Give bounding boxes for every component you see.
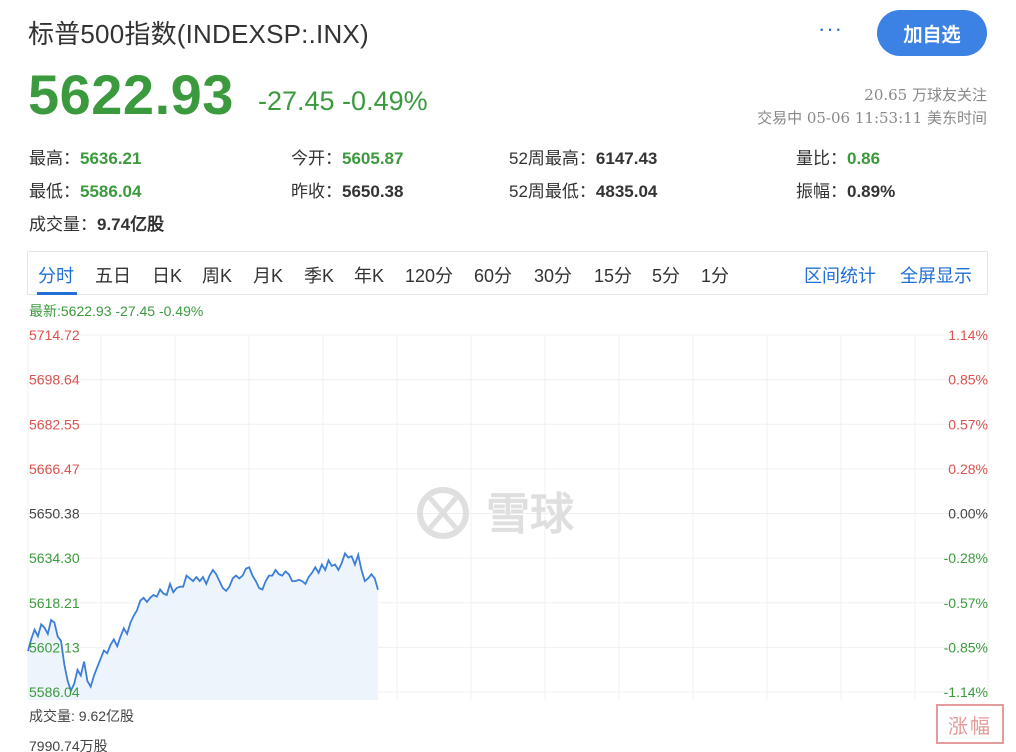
volume-panel-sub: 7990.74万股 — [29, 738, 108, 752]
stat-high: 最高：5636.21 — [29, 144, 141, 169]
stat-low-value: 5586.04 — [80, 182, 142, 201]
stat-volume-value: 9.74亿股 — [97, 215, 165, 234]
tab-weekly-k[interactable]: 周K — [202, 262, 232, 288]
intraday-chart[interactable]: 雪球 5714.72 5698.64 5682.55 5666.47 5650.38 56… — [0, 322, 1016, 752]
period-tabs: 分时 五日 日K 周K 月K 季K 年K 120分 60分 30分 15分 5分… — [27, 251, 988, 295]
xueqiu-watermark: 雪球 — [417, 487, 575, 540]
stat-52w-low-value: 4835.04 — [595, 182, 658, 201]
stat-volume-ratio-value: 0.86 — [847, 149, 881, 168]
tab-daily-k[interactable]: 日K — [152, 262, 182, 288]
tab-monthly-k[interactable]: 月K — [253, 262, 283, 288]
latest-quote-line: 最新:5622.93 -27.45 -0.49% — [29, 303, 204, 319]
y-tick-right: -0.28% — [944, 550, 988, 566]
tab-60min[interactable]: 60分 — [474, 262, 512, 288]
y-tick-right: 0.85% — [948, 372, 988, 388]
stat-volume-ratio: 量比：0.86 — [796, 144, 880, 169]
volume-panel-label: 成交量: 9.62亿股 — [29, 708, 135, 724]
followers-count: 20.65 万球友关注 — [864, 86, 987, 104]
tab-120min[interactable]: 120分 — [405, 262, 453, 288]
stat-52w-high-label: 52周最高： — [509, 149, 596, 168]
tab-5min[interactable]: 5分 — [652, 262, 680, 288]
stat-volume-label: 成交量： — [29, 215, 97, 234]
stat-amplitude-label: 振幅： — [796, 182, 847, 201]
price-area-fill — [28, 553, 378, 700]
y-tick-right: 0.00% — [948, 506, 988, 522]
tab-5day[interactable]: 五日 — [95, 262, 131, 288]
active-tab-indicator — [37, 292, 77, 295]
y-tick-left: 5586.04 — [29, 684, 80, 700]
tab-yearly-k[interactable]: 年K — [354, 262, 384, 288]
y-tick-right: 0.57% — [948, 416, 988, 432]
tab-15min[interactable]: 15分 — [594, 262, 632, 288]
corner-stamp-logo: 涨幅 — [936, 704, 1004, 744]
current-price: 5622.93 — [28, 63, 234, 126]
tab-intraday[interactable]: 分时 — [38, 262, 74, 288]
stat-open: 今开：5605.87 — [291, 144, 403, 169]
y-tick-left: 5666.47 — [29, 461, 80, 477]
stat-volume-ratio-label: 量比： — [796, 149, 847, 168]
stat-prev-close-value: 5650.38 — [342, 182, 404, 201]
trade-status-time: 交易中 05-06 11:53:11 美东时间 — [757, 109, 987, 127]
y-tick-left: 5714.72 — [29, 327, 80, 343]
stat-amplitude: 振幅：0.89% — [796, 177, 895, 202]
stat-open-value: 5605.87 — [342, 149, 404, 168]
watermark-text: 雪球 — [486, 489, 575, 540]
stat-52w-high: 52周最高：6147.43 — [509, 144, 657, 169]
stat-volume: 成交量：9.74亿股 — [29, 210, 164, 235]
stat-prev-close-label: 昨收： — [291, 182, 342, 201]
tab-quarterly-k[interactable]: 季K — [304, 262, 334, 288]
more-options-icon[interactable]: ··· — [818, 16, 843, 42]
stat-prev-close: 昨收：5650.38 — [291, 177, 403, 202]
stat-52w-low-label: 52周最低： — [509, 182, 596, 201]
stat-52w-high-value: 6147.43 — [595, 149, 658, 168]
y-tick-left: 5634.30 — [29, 550, 80, 566]
y-tick-left: 5682.55 — [29, 416, 80, 432]
tab-1min[interactable]: 1分 — [701, 262, 729, 288]
stat-low-label: 最低： — [29, 182, 80, 201]
y-tick-left: 5602.13 — [29, 639, 80, 655]
tab-30min[interactable]: 30分 — [534, 262, 572, 288]
y-tick-right: 0.28% — [948, 461, 988, 477]
stat-open-label: 今开： — [291, 149, 342, 168]
y-tick-left: 5698.64 — [29, 372, 80, 388]
stat-amplitude-value: 0.89% — [847, 182, 896, 201]
page-title: 标普500指数(INDEXSP:.INX) — [28, 19, 369, 49]
stat-high-label: 最高： — [29, 149, 80, 168]
y-tick-right: -0.57% — [944, 595, 988, 611]
range-stats-link[interactable]: 区间统计 — [804, 262, 876, 288]
stat-low: 最低：5586.04 — [29, 177, 141, 202]
y-tick-left: 5618.21 — [29, 595, 80, 611]
fullscreen-link[interactable]: 全屏显示 — [900, 262, 972, 288]
stat-52w-low: 52周最低：4835.04 — [509, 177, 657, 202]
y-tick-right: -0.85% — [944, 639, 988, 655]
y-tick-left: 5650.38 — [29, 506, 80, 522]
stat-high-value: 5636.21 — [80, 149, 142, 168]
price-change: -27.45 -0.49% — [258, 86, 428, 116]
y-tick-right: 1.14% — [948, 327, 988, 343]
y-tick-right: -1.14% — [944, 684, 988, 700]
y-axis-right: 1.14% 0.85% 0.57% 0.28% 0.00% -0.28% -0.57% -0.… — [944, 327, 988, 700]
add-to-watchlist-button[interactable]: 加自选 — [877, 10, 987, 56]
y-axis-left: 5714.72 5698.64 5682.55 5666.47 5650.38 5634.… — [29, 327, 80, 700]
